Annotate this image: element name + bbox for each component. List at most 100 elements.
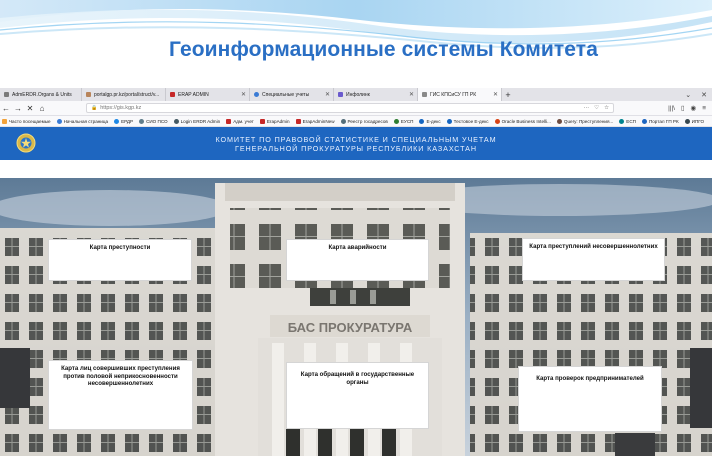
bookmark-label: ЕСП	[626, 118, 636, 124]
globe-icon	[556, 118, 562, 124]
bookmark-item[interactable]: Oracle Business Intelli...	[494, 118, 551, 124]
tab-label: Инфолинк	[346, 91, 370, 98]
bookmark-item[interactable]: ErapAdmin	[259, 118, 290, 124]
map-card-inspections[interactable]: Карта проверок предпринимателей	[518, 366, 662, 432]
bookmark-label: E-декс	[426, 118, 441, 124]
bookmark-label: Query: Преступления...	[563, 118, 614, 124]
globe-icon	[684, 118, 690, 124]
map-card-crime[interactable]: Карта преступности	[48, 239, 192, 281]
globe-icon	[446, 118, 452, 124]
map-card-accidents[interactable]: Карта аварийности	[286, 239, 429, 281]
tab-label: Специальные учеты	[262, 91, 310, 98]
close-icon[interactable]: ✕	[493, 91, 498, 98]
tab-admerdr[interactable]: AdmERDR.Organs & Units	[0, 88, 82, 101]
angular-icon	[295, 118, 301, 124]
link-icon	[338, 92, 343, 97]
address-bar[interactable]: 🔒 https://gis.kgp.kz ··· ♡ ☆	[86, 103, 614, 113]
browser-tab-strip: AdmERDR.Organs & Units portalgp.pr.kz/po…	[0, 88, 712, 101]
tab-gis-active[interactable]: ГИС КПСиСУ ГП РК ✕	[418, 88, 502, 101]
bookmark-item[interactable]: Реестр госадресов	[340, 118, 388, 124]
library-icon[interactable]: |||\	[668, 105, 675, 112]
globe-icon	[114, 118, 120, 124]
bookmark-label: ErapAdmin	[266, 118, 290, 124]
globe-icon	[619, 118, 625, 124]
tab-label: ГИС КПСиСУ ГП РК	[430, 91, 477, 98]
angular-icon	[259, 118, 265, 124]
sidebar-icon[interactable]: ▯	[681, 104, 685, 112]
browser-nav-bar: ← → ✕ ⌂ 🔒 https://gis.kgp.kz ··· ♡ ☆ |||…	[0, 101, 712, 116]
home-icon[interactable]: ⌂	[36, 104, 48, 113]
angular-icon	[170, 92, 175, 97]
tab-portalgp[interactable]: portalgp.pr.kz/portal/struct/v...	[82, 88, 166, 101]
bookmark-label: Login ERDR Admin	[180, 118, 221, 124]
map-card-title: Карта обращений в государственные органы	[300, 371, 415, 386]
stop-icon[interactable]: ✕	[24, 104, 36, 113]
tab-infolink[interactable]: Инфолинк ✕	[334, 88, 418, 101]
new-tab-button[interactable]: +	[502, 88, 514, 101]
angular-icon	[226, 118, 232, 124]
pocket-icon[interactable]: ♡	[594, 105, 599, 111]
bookmark-item[interactable]: ErapAdminNew	[295, 118, 335, 124]
map-card-title: Карта проверок предпринимателей	[536, 375, 644, 382]
bookmark-item[interactable]: ИПГО	[684, 118, 705, 124]
bookmark-item[interactable]: Login ERDR Admin	[173, 118, 221, 124]
map-card-appeals[interactable]: Карта обращений в государственные органы	[286, 362, 429, 429]
bookmark-label: Тестовое E-декс	[453, 118, 489, 124]
bookmark-item[interactable]: Часто посещаемые	[2, 118, 51, 124]
globe-icon	[419, 118, 425, 124]
globe-icon	[641, 118, 647, 124]
map-card-juvenile-crimes[interactable]: Карта преступлений несовершеннолетних	[522, 238, 665, 281]
bookmark-label: Реестр госадресов	[347, 118, 388, 124]
back-icon[interactable]: ←	[0, 104, 12, 113]
bookmark-item[interactable]: ЕУСП	[393, 118, 413, 124]
tab-label: AdmERDR.Organs & Units	[12, 91, 72, 98]
forward-icon[interactable]: →	[12, 104, 24, 113]
menu-icon[interactable]: ≡	[702, 105, 706, 112]
map-card-offenders-minors[interactable]: Карта лиц совершивших преступления проти…	[48, 360, 193, 430]
bookmark-item[interactable]: Query: Преступления...	[556, 118, 614, 124]
bookmark-label: Портал ГП РК	[648, 118, 679, 124]
bookmark-item[interactable]: Начальная страница	[56, 118, 109, 124]
page-icon	[86, 92, 91, 97]
bookmark-label: Адм. учет	[233, 118, 254, 124]
bookmark-item[interactable]: СИО ПСО	[139, 118, 168, 124]
slide-header: Геоинформационные системы Комитета	[0, 0, 712, 88]
page-actions-icon[interactable]: ···	[584, 105, 590, 111]
page-icon	[422, 92, 427, 97]
gear-icon	[2, 118, 7, 124]
globe-icon	[393, 118, 399, 124]
bookmark-label: СИО ПСО	[146, 118, 168, 124]
tab-erap-admin[interactable]: ERAP ADMIN ✕	[166, 88, 250, 101]
bookmark-item[interactable]: Портал ГП РК	[641, 118, 679, 124]
site-title-line1: КОМИТЕТ ПО ПРАВОВОЙ СТАТИСТИКЕ И СПЕЦИАЛ…	[215, 135, 497, 144]
lock-icon: 🔒	[91, 105, 98, 111]
map-card-title: Карта лиц совершивших преступления проти…	[61, 365, 180, 387]
bookmark-star-icon[interactable]: ☆	[604, 105, 609, 111]
bookmark-item[interactable]: ЕРДР	[114, 118, 133, 124]
globe-icon	[340, 118, 346, 124]
site-title-line2: ГЕНЕРАЛЬНОЙ ПРОКУРАТУРЫ РЕСПУБЛИКИ КАЗАХ…	[235, 144, 477, 153]
bookmark-label: ИПГО	[691, 118, 705, 124]
close-icon[interactable]: ✕	[325, 91, 330, 98]
bookmark-item[interactable]: ЕСП	[619, 118, 636, 124]
account-icon[interactable]: ◉	[691, 104, 697, 112]
bookmark-item[interactable]: E-декс	[419, 118, 441, 124]
globe-icon	[494, 118, 500, 124]
header-gap	[0, 160, 712, 178]
map-card-title: Карта аварийности	[328, 244, 387, 251]
building-sign-text: БАС ПРОКУРАТУРА	[288, 320, 413, 335]
page-icon	[4, 92, 9, 97]
tab-label: portalgp.pr.kz/portal/struct/v...	[94, 91, 160, 98]
slide-title: Геоинформационные системы Комитета	[169, 38, 598, 61]
tab-special-records[interactable]: Специальные учеты ✕	[250, 88, 334, 101]
map-card-title: Карта преступлений несовершеннолетних	[529, 243, 658, 250]
tab-overflow-icon[interactable]: ⌄	[680, 91, 696, 99]
window-close-icon[interactable]: ✕	[696, 91, 712, 99]
bookmark-item[interactable]: Адм. учет	[226, 118, 254, 124]
bookmark-item[interactable]: Тестовое E-декс	[446, 118, 489, 124]
bookmark-label: Начальная страница	[63, 118, 109, 124]
globe-icon	[254, 92, 259, 97]
bookmark-label: Oracle Business Intelli...	[501, 118, 551, 124]
close-icon[interactable]: ✕	[409, 91, 414, 98]
close-icon[interactable]: ✕	[241, 91, 246, 98]
